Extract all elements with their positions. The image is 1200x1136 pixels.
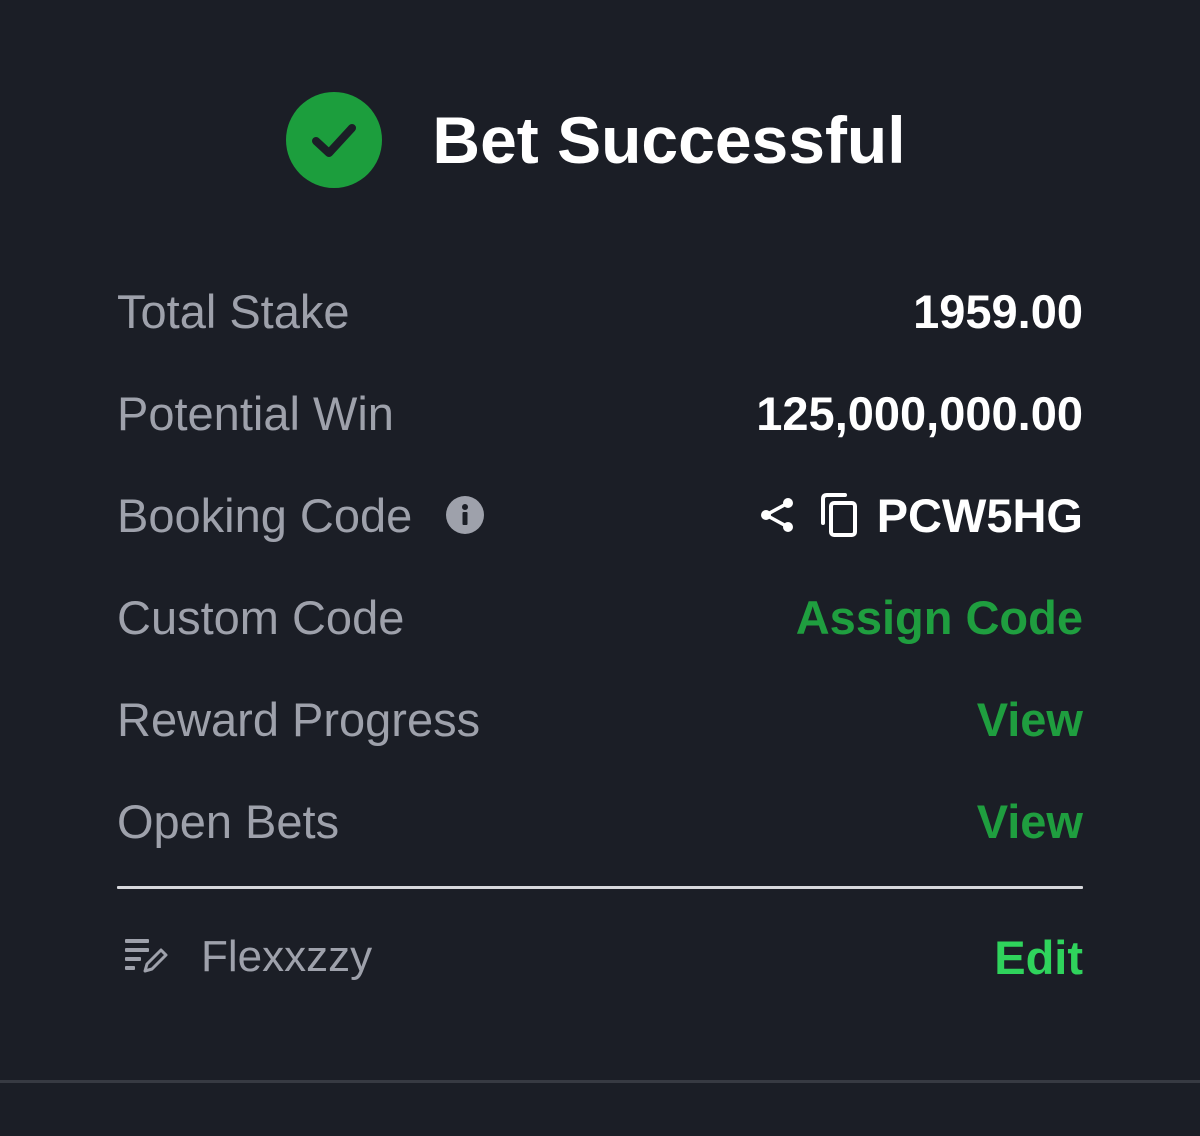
copy-icon[interactable] bbox=[819, 492, 861, 538]
reward-progress-row: Reward Progress View bbox=[117, 684, 1083, 754]
booking-code-row: Booking Code PCW5HG bbox=[117, 480, 1083, 550]
total-stake-label: Total Stake bbox=[117, 284, 350, 338]
potential-win-label: Potential Win bbox=[117, 386, 394, 440]
booking-code-value-group: PCW5HG bbox=[757, 488, 1083, 543]
total-stake-row: Total Stake 1959.00 bbox=[117, 276, 1083, 346]
custom-code-label: Custom Code bbox=[117, 590, 405, 644]
assign-code-button[interactable]: Assign Code bbox=[796, 590, 1083, 645]
edit-note-icon bbox=[117, 933, 169, 982]
username: Flexxzzy bbox=[201, 932, 373, 981]
share-icon[interactable] bbox=[757, 494, 799, 536]
bottom-divider bbox=[0, 1080, 1200, 1083]
view-open-bets-button[interactable]: View bbox=[977, 794, 1083, 849]
view-reward-progress-button[interactable]: View bbox=[977, 692, 1083, 747]
custom-code-row: Custom Code Assign Code bbox=[117, 582, 1083, 652]
total-stake-value: 1959.00 bbox=[913, 284, 1083, 338]
booking-code-value[interactable]: PCW5HG bbox=[877, 488, 1083, 543]
open-bets-label: Open Bets bbox=[117, 794, 340, 848]
reward-progress-label: Reward Progress bbox=[117, 692, 481, 746]
page-title: Bet Successful bbox=[432, 103, 906, 177]
potential-win-value: 125,000,000.00 bbox=[756, 386, 1083, 440]
footer-row: Flexxzzy Edit bbox=[117, 922, 1083, 992]
booking-code-label: Booking Code bbox=[117, 488, 413, 542]
check-circle-icon bbox=[286, 92, 383, 188]
success-header: Bet Successful bbox=[0, 92, 1200, 188]
edit-button[interactable]: Edit bbox=[994, 930, 1083, 985]
info-icon[interactable] bbox=[446, 496, 485, 534]
booking-code-label-group: Booking Code bbox=[117, 488, 485, 543]
open-bets-row: Open Bets View bbox=[117, 786, 1083, 856]
divider bbox=[117, 886, 1083, 889]
potential-win-row: Potential Win 125,000,000.00 bbox=[117, 378, 1083, 448]
username-group: Flexxzzy bbox=[117, 932, 372, 982]
